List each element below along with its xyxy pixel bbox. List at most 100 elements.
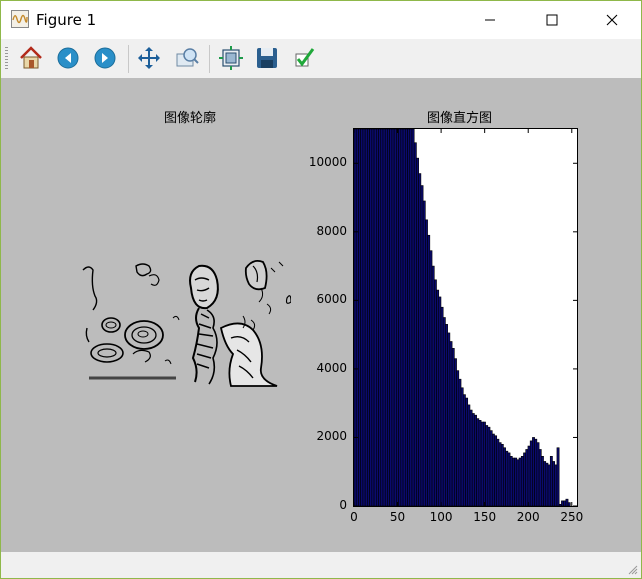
title-bar[interactable]: Figure 1 [1,1,641,39]
back-button[interactable] [53,43,83,73]
close-button[interactable] [589,1,635,39]
home-button[interactable] [16,43,46,73]
histogram-bar [429,250,433,506]
histogram-bar [547,464,551,506]
window-title: Figure 1 [36,11,97,29]
edit-axes-button[interactable] [289,43,319,73]
histogram-bar [514,457,518,506]
histogram-bar [532,437,535,506]
histogram-bar [402,129,406,506]
right-axes-title: 图像直方图 [427,111,493,126]
y-tick-label: 2000 [316,429,347,444]
histogram-bar [520,456,524,506]
contour-image [81,258,291,388]
save-button[interactable] [252,43,282,73]
histogram-axes [353,128,578,507]
x-tick-label: 150 [473,510,497,524]
histogram-bar [454,358,457,506]
histogram-bar [458,378,462,506]
forward-button[interactable] [90,43,120,73]
histogram-bar [451,348,455,506]
histogram-bar [375,129,379,506]
toolbar-separator [128,45,129,73]
x-tick-label: 50 [389,510,406,524]
histogram-bar [516,459,520,506]
histogram-bar [398,129,402,506]
toolbar-grip[interactable] [5,47,8,71]
zoom-rect-icon [176,48,199,67]
histogram-bar [367,129,370,506]
close-icon [606,14,618,26]
histogram-bar [491,433,495,506]
maximize-button[interactable] [529,1,575,39]
histogram-bar [389,129,393,506]
histogram-bar [378,129,382,506]
histogram-bar [400,129,404,506]
histogram-bar [373,129,377,506]
histogram-bar [387,129,390,506]
histogram-bar [498,442,502,506]
histogram-bar [567,502,571,506]
histogram-bar [527,445,531,506]
histogram-bar [364,129,368,506]
histogram-bar [545,462,549,506]
histogram-bar [369,129,373,506]
back-arrow-icon [57,47,79,69]
histogram-bar [427,234,431,506]
histogram-bar [462,394,466,506]
histogram-bar [523,452,527,506]
histogram-bar [393,129,397,506]
histogram-bar [483,421,486,506]
histogram-bar [476,418,480,506]
home-icon [20,46,42,69]
histogram-bar [505,450,509,506]
histogram-bar [362,129,366,506]
left-axes-title: 图像轮廓 [164,111,217,126]
subplots-button[interactable] [216,43,246,73]
histogram-bar [558,503,562,506]
histogram-bar [563,500,567,506]
histogram-bar [474,414,477,506]
histogram-bar [485,425,489,506]
maximize-icon [546,14,558,26]
histogram-bar [360,129,364,506]
histogram-bar [460,387,464,506]
minimize-button[interactable] [467,1,513,39]
histogram-bar [480,421,484,506]
histogram-bar [447,332,451,506]
histogram-bar [471,413,475,506]
histogram-bar [536,442,540,506]
histogram-bar [442,317,446,506]
histogram-bar [404,129,408,506]
figure-window: Figure 1 图像轮廓 图像直方图 0 2000 4000 6000 800… [0,0,642,579]
histogram-bar [409,129,413,506]
histogram-bar [380,129,384,506]
histogram-bar [556,447,560,506]
figure-canvas[interactable]: 图像轮廓 图像直方图 0 2000 4000 6000 8000 10000 0… [1,78,641,552]
histogram-bar [449,341,453,506]
histogram-bar [489,430,493,506]
x-tick-label: 100 [429,510,453,524]
histogram-bar [534,438,538,506]
histogram-bar [382,129,386,506]
histogram-bar [467,404,471,506]
histogram-bar [456,370,460,506]
histogram-bar [384,129,388,506]
histogram-bar [525,449,529,506]
x-tick-label: 0 [350,510,358,524]
histogram-bar [538,449,542,506]
pan-button[interactable] [134,43,164,73]
zoom-button[interactable] [172,43,202,73]
histogram-bar [418,173,422,506]
histogram-bar [422,200,426,506]
toolbar-separator [209,45,210,73]
histogram-bar [565,498,569,506]
checkmark-icon [295,48,315,67]
histogram-bar [552,461,556,506]
resize-grip-icon[interactable] [628,565,638,575]
histogram-bar [465,397,469,506]
histogram-bars [354,129,577,506]
histogram-bar [354,129,357,506]
histogram-bar [420,185,424,506]
histogram-bar [500,444,504,506]
